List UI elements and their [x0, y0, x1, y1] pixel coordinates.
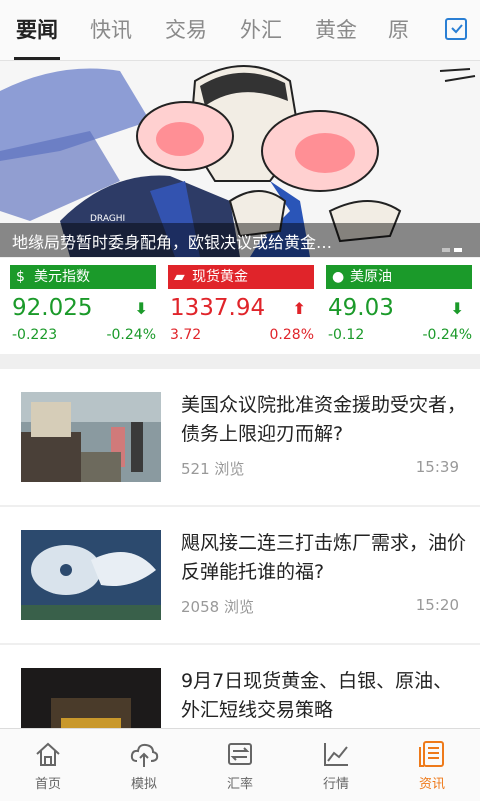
- banner-caption: 地缘局势暂时委身配角，欧银决议或给黄金…: [12, 233, 333, 252]
- banner-pager: [438, 237, 462, 256]
- dollar-icon: $: [16, 269, 25, 285]
- market-quotes: $ 美元指数 92.025 ⬇ -0.223 -0.24% ▰ 现货黄金 1337.…: [0, 258, 480, 354]
- edit-tabs-icon[interactable]: [444, 16, 470, 42]
- top-tab-bar: 要闻 快讯 交易 外汇 黄金 原: [0, 0, 480, 61]
- quote-percent: -0.24%: [106, 327, 156, 343]
- nav-label: 模拟: [130, 777, 157, 792]
- chart-icon: [324, 743, 348, 766]
- quote-usd-index[interactable]: $ 美元指数 92.025 ⬇ -0.223 -0.24%: [10, 265, 156, 349]
- quote-name: 美元指数: [34, 269, 90, 285]
- news-views: 521 浏览: [181, 460, 245, 478]
- news-title: 美国众议院批准资金援助受灾者，债务上限迎刃而解?: [181, 394, 467, 445]
- news-time: 15:20: [415, 596, 459, 614]
- news-thumbnail: [21, 530, 161, 620]
- exchange-icon: [228, 743, 252, 765]
- quote-change: -0.223: [12, 327, 58, 343]
- news-time: 15:39: [415, 458, 459, 476]
- tab-headlines[interactable]: 要闻: [16, 14, 58, 44]
- news-icon: [419, 741, 444, 767]
- quote-change: -0.12: [328, 327, 365, 343]
- quote-us-crude[interactable]: ● 美原油 49.03 ⬇ -0.12 -0.24%: [326, 265, 472, 349]
- quote-spot-gold[interactable]: ▰ 现货黄金 1337.94 ⬆ 3.72 0.28%: [168, 265, 314, 349]
- news-thumbnail: [21, 392, 161, 482]
- quote-price: 49.03: [328, 295, 394, 321]
- nav-home[interactable]: 首页: [0, 737, 96, 799]
- news-item[interactable]: 飓风接二连三打击炼厂需求，油价反弹能托谁的福? 2058 浏览 15:20: [0, 507, 480, 643]
- gold-bars-icon: ▰: [174, 269, 185, 285]
- nav-exchange-rate[interactable]: 汇率: [192, 737, 288, 799]
- tab-forex[interactable]: 外汇: [240, 14, 282, 44]
- nav-news[interactable]: 资讯: [384, 737, 480, 799]
- nav-market[interactable]: 行情: [288, 737, 384, 799]
- quote-price: 1337.94: [170, 295, 266, 321]
- quote-header: ● 美原油: [326, 265, 472, 289]
- home-icon: [36, 742, 60, 766]
- quote-name: 美原油: [350, 269, 392, 285]
- arrow-down-icon: ⬇: [134, 299, 148, 318]
- news-title: 飓风接二连三打击炼厂需求，油价反弹能托谁的福?: [181, 532, 467, 583]
- nav-label: 资讯: [418, 777, 445, 792]
- arrow-up-icon: ⬆: [292, 299, 306, 318]
- nav-simulate[interactable]: 模拟: [96, 737, 192, 799]
- news-views: 2058 浏览: [181, 598, 254, 616]
- quote-name: 现货黄金: [192, 269, 248, 285]
- news-title: 9月7日现货黄金、白银、原油、外汇短线交易策略: [181, 670, 453, 721]
- tab-trading[interactable]: 交易: [165, 14, 207, 44]
- bottom-navigation: 首页 模拟 汇率 行情 资讯: [0, 728, 480, 801]
- pager-dot-active: [454, 248, 462, 252]
- quote-price: 92.025: [12, 295, 93, 321]
- nav-label: 汇率: [226, 777, 253, 792]
- oil-drop-icon: ●: [332, 269, 345, 285]
- quote-header: ▰ 现货黄金: [168, 265, 314, 289]
- tab-flash[interactable]: 快讯: [90, 14, 132, 44]
- pager-dot: [442, 248, 450, 252]
- arrow-down-icon: ⬇: [450, 299, 464, 318]
- quote-change: 3.72: [170, 327, 202, 343]
- quote-percent: 0.28%: [269, 327, 314, 343]
- banner-caption-bar: 地缘局势暂时委身配角，欧银决议或给黄金…: [0, 223, 480, 257]
- nav-label: 首页: [34, 777, 61, 792]
- tab-gold[interactable]: 黄金: [315, 14, 357, 44]
- news-item[interactable]: 美国众议院批准资金援助受灾者，债务上限迎刃而解? 521 浏览 15:39: [0, 369, 480, 505]
- tab-oil[interactable]: 原: [388, 14, 409, 44]
- nav-label: 行情: [322, 777, 349, 792]
- active-tab-indicator: [14, 57, 60, 60]
- quote-percent: -0.24%: [422, 327, 472, 343]
- headline-banner[interactable]: DRAGHI 地缘局势暂时委身配角，欧银决议或给黄金…: [0, 61, 480, 257]
- cloud-upload-icon: [130, 743, 159, 767]
- quote-header: $ 美元指数: [10, 265, 156, 289]
